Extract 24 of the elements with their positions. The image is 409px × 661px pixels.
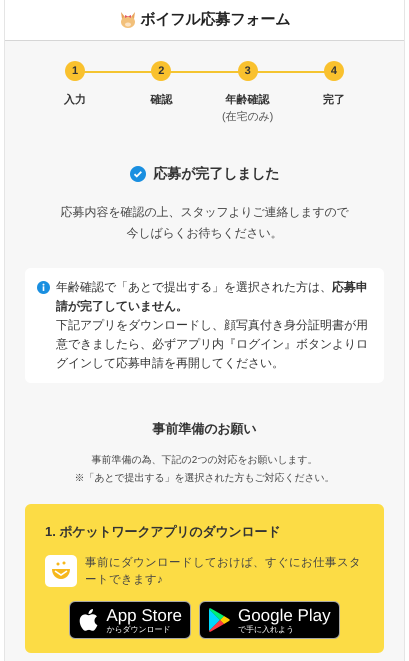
preparation-message: 事前準備の為、下記の2つの対応をお願いします。 xyxy=(92,454,318,468)
download-description: 事前にダウンロードしておけば、すぐにお仕事スタートできます♪ xyxy=(85,556,362,588)
step-label: 年齢確認 xyxy=(226,92,270,108)
step-note: (在宅のみ) xyxy=(222,110,274,124)
step-label: 確認 xyxy=(150,92,172,108)
download-title: 1. ポケットワークアプリのダウンロード xyxy=(45,522,282,540)
complete-title: 応募が完了しました xyxy=(154,164,280,183)
complete-message: 今しばらくお待ちください。 xyxy=(126,225,282,242)
notice-body: 下記アプリをダウンロードし、顔写真付き身分証明書が用意できましたら、必ずアプリ内『ログイン』ボタンよりログインして応募申請を再開してください。 xyxy=(56,317,369,372)
complete-message: 応募内容を確認の上、スタッフよりご連絡しますので xyxy=(60,204,348,221)
app-store-badge[interactable]: App Store からダウンロード xyxy=(69,601,191,639)
apple-icon xyxy=(78,608,98,632)
notice-lead: 年齢確認で「あとで提出する」を選択された方は、応募申請が完了していません。 xyxy=(56,279,369,315)
google-play-badge[interactable]: Google Play で手に入れよう xyxy=(198,601,340,639)
info-icon xyxy=(37,281,50,294)
app-icon xyxy=(45,555,77,587)
animal-mascot-icon xyxy=(118,11,136,29)
page-title: ボイフル応募フォーム xyxy=(140,10,290,30)
preparation-message: ※「あとで提出する」を選択された方もご対応ください。 xyxy=(74,472,334,486)
play-triangle-icon xyxy=(208,608,230,632)
check-circle-icon xyxy=(130,166,146,182)
step-label: 完了 xyxy=(322,92,345,108)
preparation-title: 事前準備のお願い xyxy=(152,420,258,438)
step-label: 入力 xyxy=(64,92,86,108)
